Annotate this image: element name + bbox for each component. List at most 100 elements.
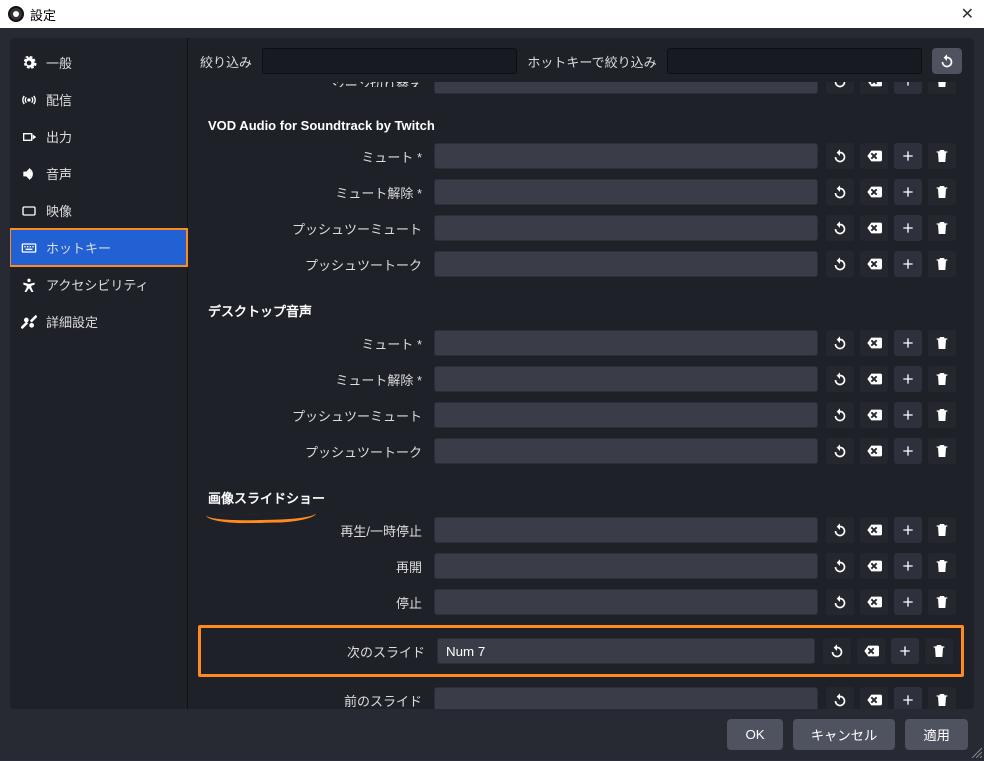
- add-button[interactable]: [894, 251, 922, 277]
- hotkey-input[interactable]: [434, 517, 818, 543]
- revert-button[interactable]: [826, 143, 854, 169]
- revert-button[interactable]: [826, 553, 854, 579]
- sidebar-item-gear[interactable]: 一般: [10, 44, 187, 81]
- hotkey-input[interactable]: [434, 553, 818, 579]
- revert-icon: [832, 82, 848, 89]
- delete-button[interactable]: [928, 82, 956, 94]
- sidebar-item-audio[interactable]: 音声: [10, 155, 187, 192]
- delete-button[interactable]: [928, 553, 956, 579]
- advanced-icon: [20, 313, 38, 331]
- add-button[interactable]: [894, 553, 922, 579]
- revert-button[interactable]: [826, 179, 854, 205]
- clear-button[interactable]: [860, 251, 888, 277]
- add-icon: [900, 443, 916, 459]
- hotkey-input[interactable]: [434, 179, 818, 205]
- sidebar-item-broadcast[interactable]: 配信: [10, 81, 187, 118]
- delete-button[interactable]: [928, 215, 956, 241]
- hotkey-row: プッシュツートーク: [206, 438, 956, 464]
- apply-button[interactable]: 適用: [905, 719, 968, 750]
- revert-button[interactable]: [826, 402, 854, 428]
- add-button[interactable]: [894, 82, 922, 94]
- ok-button[interactable]: OK: [727, 719, 782, 750]
- hotkey-filter-input[interactable]: [667, 48, 922, 74]
- hotkey-input[interactable]: [434, 366, 818, 392]
- revert-button[interactable]: [826, 687, 854, 709]
- hotkey-scroll-area[interactable]: シーン切り替え VOD Audio for Soundtrack by Twit…: [188, 82, 974, 709]
- add-button[interactable]: [894, 589, 922, 615]
- sidebar-item-advanced[interactable]: 詳細設定: [10, 303, 187, 340]
- revert-button[interactable]: [826, 330, 854, 356]
- revert-button[interactable]: [826, 589, 854, 615]
- hotkey-input[interactable]: [434, 143, 818, 169]
- add-button[interactable]: [894, 438, 922, 464]
- hotkey-input[interactable]: [434, 402, 818, 428]
- delete-button[interactable]: [928, 438, 956, 464]
- revert-button[interactable]: [826, 215, 854, 241]
- revert-button[interactable]: [826, 517, 854, 543]
- sidebar-item-accessibility[interactable]: アクセシビリティ: [10, 266, 187, 303]
- delete-button[interactable]: [928, 251, 956, 277]
- revert-button[interactable]: [826, 438, 854, 464]
- hotkey-input[interactable]: [434, 215, 818, 241]
- delete-button[interactable]: [928, 366, 956, 392]
- hotkey-input[interactable]: [434, 687, 818, 709]
- delete-button[interactable]: [925, 638, 953, 664]
- delete-button[interactable]: [928, 589, 956, 615]
- revert-button[interactable]: [823, 638, 851, 664]
- group-header: VOD Audio for Soundtrack by Twitch: [206, 104, 956, 143]
- hotkey-input[interactable]: [434, 82, 818, 94]
- clear-button[interactable]: [860, 143, 888, 169]
- hotkey-input[interactable]: [434, 589, 818, 615]
- filter-label: 絞り込み: [200, 52, 252, 71]
- sidebar-item-video[interactable]: 映像: [10, 192, 187, 229]
- add-button[interactable]: [894, 215, 922, 241]
- clear-button[interactable]: [860, 82, 888, 94]
- clear-button[interactable]: [857, 638, 885, 664]
- add-icon: [900, 692, 916, 708]
- clear-button[interactable]: [860, 438, 888, 464]
- clear-icon: [866, 407, 882, 423]
- cancel-button[interactable]: キャンセル: [793, 719, 896, 750]
- filter-input[interactable]: [262, 48, 517, 74]
- close-icon[interactable]: ✕: [961, 4, 974, 24]
- delete-button[interactable]: [928, 143, 956, 169]
- clear-button[interactable]: [860, 589, 888, 615]
- clear-button[interactable]: [860, 366, 888, 392]
- clear-button[interactable]: [860, 517, 888, 543]
- reset-filter-button[interactable]: [932, 48, 962, 74]
- sidebar-item-keyboard[interactable]: ホットキー: [10, 229, 187, 266]
- delete-button[interactable]: [928, 517, 956, 543]
- hotkey-label: シーン切り替え: [206, 82, 426, 87]
- revert-button[interactable]: [826, 366, 854, 392]
- clear-button[interactable]: [860, 330, 888, 356]
- add-button[interactable]: [894, 330, 922, 356]
- add-icon: [900, 371, 916, 387]
- clear-button[interactable]: [860, 687, 888, 709]
- add-button[interactable]: [894, 366, 922, 392]
- delete-button[interactable]: [928, 179, 956, 205]
- resize-grip[interactable]: [970, 746, 982, 758]
- add-button[interactable]: [891, 638, 919, 664]
- add-button[interactable]: [894, 687, 922, 709]
- hotkey-input[interactable]: [434, 438, 818, 464]
- clear-button[interactable]: [860, 553, 888, 579]
- add-button[interactable]: [894, 179, 922, 205]
- revert-button[interactable]: [826, 82, 854, 94]
- hotkey-input[interactable]: [437, 638, 815, 664]
- add-icon: [900, 220, 916, 236]
- delete-button[interactable]: [928, 402, 956, 428]
- hotkey-input[interactable]: [434, 251, 818, 277]
- add-button[interactable]: [894, 517, 922, 543]
- hotkey-input[interactable]: [434, 330, 818, 356]
- output-icon: [20, 128, 38, 146]
- clear-button[interactable]: [860, 179, 888, 205]
- sidebar-item-output[interactable]: 出力: [10, 118, 187, 155]
- clear-button[interactable]: [860, 402, 888, 428]
- add-button[interactable]: [894, 402, 922, 428]
- clear-button[interactable]: [860, 215, 888, 241]
- delete-button[interactable]: [928, 687, 956, 709]
- hotkey-row: ミュート *: [206, 143, 956, 169]
- delete-button[interactable]: [928, 330, 956, 356]
- add-button[interactable]: [894, 143, 922, 169]
- revert-button[interactable]: [826, 251, 854, 277]
